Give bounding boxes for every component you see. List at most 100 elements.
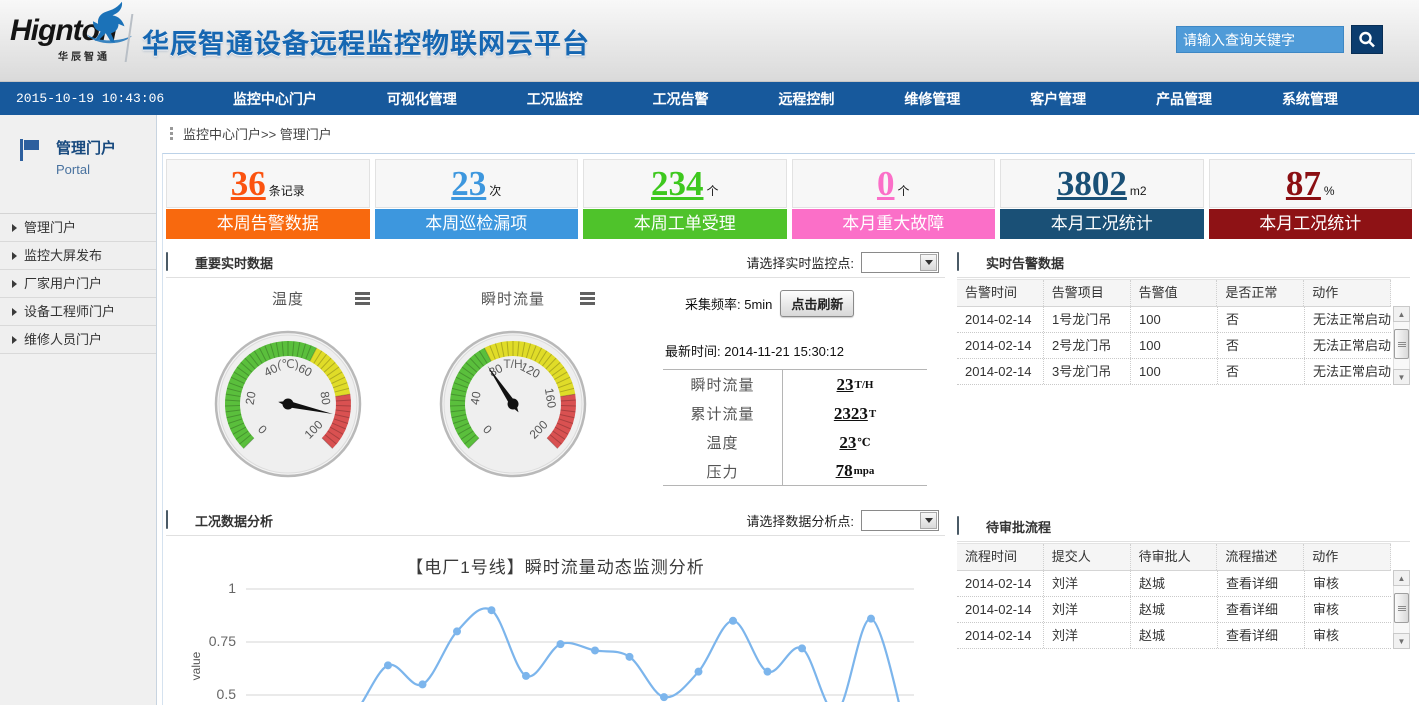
search-button[interactable] <box>1351 25 1383 54</box>
stat-label: 本周巡检漏项 <box>375 209 579 239</box>
portal-header: 管理门户 Portal <box>0 115 156 197</box>
monitor-icon <box>957 517 979 536</box>
scrollbar-thumb[interactable] <box>1394 329 1409 359</box>
stat-card-2[interactable]: 23次本周巡检漏项 <box>375 159 579 239</box>
nav-item-2[interactable]: 可视化管理 <box>387 89 457 109</box>
stat-card-1[interactable]: 36条记录本周告警数据 <box>166 159 370 239</box>
nav-item-4[interactable]: 工况告警 <box>653 89 709 109</box>
stat-card-3[interactable]: 234个本周工单受理 <box>583 159 787 239</box>
chart-title: 【电厂1号线】瞬时流量动态监测分析 <box>166 553 945 578</box>
stat-label: 本周告警数据 <box>166 209 370 239</box>
table-cell: 否 <box>1218 333 1305 358</box>
nav-item-6[interactable]: 维修管理 <box>904 89 960 109</box>
sidebar-item-5[interactable]: 维修人员门户 <box>0 326 156 354</box>
monitor-point-select[interactable] <box>861 252 939 273</box>
realtime-readings: 采集频率: 5min 点击刷新 最新时间: 2014-11-21 15:30:1… <box>663 290 927 486</box>
metric-row: 压力78mpa <box>663 457 927 486</box>
metric-label: 瞬时流量 <box>663 370 783 399</box>
stat-unit: 个 <box>897 182 909 199</box>
table-cell[interactable]: 审核 <box>1305 571 1391 596</box>
scrollbar-track[interactable] <box>1393 586 1410 633</box>
column-header: 告警时间 <box>957 280 1044 306</box>
stat-card-5[interactable]: 3802m2 本月工况统计 <box>1000 159 1204 239</box>
alarm-panel: 实时告警数据 告警时间告警项目告警值是否正常动作2014-02-141号龙门吊1… <box>957 248 1410 385</box>
table-scrollbar[interactable]: ▲▼ <box>1393 306 1410 385</box>
scroll-down-icon[interactable]: ▼ <box>1393 633 1410 649</box>
metrics-table: 瞬时流量23T/H累计流量2323T温度23℃压力78mpa <box>663 369 927 486</box>
table-cell: 2号龙门吊 <box>1044 333 1131 358</box>
svg-text:1: 1 <box>228 580 236 596</box>
table-row: 2014-02-142号龙门吊100否无法正常启动 <box>957 333 1391 359</box>
column-header: 待审批人 <box>1131 544 1218 570</box>
column-header: 是否正常 <box>1217 280 1304 306</box>
nav-item-5[interactable]: 远程控制 <box>778 89 834 109</box>
analysis-point-select[interactable] <box>861 510 939 531</box>
sidebar-item-4[interactable]: 设备工程师门户 <box>0 298 156 326</box>
column-header: 告警值 <box>1131 280 1218 306</box>
flow-gauge-block: 瞬时流量 04080120160200T/H <box>413 288 613 482</box>
sidebar-item-2[interactable]: 监控大屏发布 <box>0 242 156 270</box>
table-scrollbar[interactable]: ▲▼ <box>1393 570 1410 649</box>
select-dropdown-icon <box>920 254 937 271</box>
table-cell: 赵城 <box>1131 623 1218 648</box>
table-cell: 无法正常启动 <box>1305 307 1391 332</box>
temperature-gauge: 020406080100(℃) <box>208 322 368 482</box>
sidebar-item-3[interactable]: 厂家用户门户 <box>0 270 156 298</box>
stat-unit: 次 <box>489 182 501 199</box>
column-header: 动作 <box>1304 544 1391 570</box>
table-cell: 2014-02-14 <box>957 571 1044 596</box>
stat-value[interactable]: 87 <box>1286 164 1321 204</box>
nav-item-8[interactable]: 产品管理 <box>1156 89 1212 109</box>
table-cell: 100 <box>1131 307 1218 332</box>
stat-value[interactable]: 3802 <box>1057 164 1127 204</box>
stat-value-box: 234个 <box>583 159 787 208</box>
table-cell: 刘洋 <box>1044 597 1131 622</box>
table-cell[interactable]: 查看详细 <box>1218 571 1305 596</box>
metric-label: 压力 <box>663 457 783 485</box>
sidebar-item-1[interactable]: 管理门户 <box>0 214 156 242</box>
table-cell[interactable]: 查看详细 <box>1218 623 1305 648</box>
stat-label: 本月工况统计 <box>1000 209 1204 239</box>
realtime-panel-title: 重要实时数据 <box>195 253 273 272</box>
stat-card-6[interactable]: 87% 本月工况统计 <box>1209 159 1413 239</box>
monitor-icon <box>957 253 979 272</box>
analysis-point-select-label: 请选择数据分析点: <box>746 511 854 530</box>
column-header: 流程描述 <box>1217 544 1304 570</box>
svg-text:20: 20 <box>243 390 259 406</box>
scroll-down-icon[interactable]: ▼ <box>1393 369 1410 385</box>
gauge-menu-icon[interactable] <box>580 292 595 307</box>
breadcrumb[interactable]: 监控中心门户>> 管理门户 <box>158 115 1419 152</box>
approval-panel: 待审批流程 流程时间提交人待审批人流程描述动作2014-02-14刘洋赵城查看详… <box>957 512 1410 649</box>
stat-value[interactable]: 36 <box>231 164 266 204</box>
nav-item-7[interactable]: 客户管理 <box>1030 89 1086 109</box>
scrollbar-thumb[interactable] <box>1394 593 1409 623</box>
stat-card-4[interactable]: 0个本月重大故障 <box>792 159 996 239</box>
stat-unit: m2 <box>1130 184 1147 198</box>
breadcrumb-text: 监控中心门户>> 管理门户 <box>183 124 332 143</box>
stat-value[interactable]: 234 <box>651 164 704 204</box>
stat-value[interactable]: 23 <box>451 164 486 204</box>
scroll-up-icon[interactable]: ▲ <box>1393 570 1410 586</box>
sidebar: 管理门户 Portal 管理门户监控大屏发布厂家用户门户设备工程师门户维修人员门… <box>0 115 157 705</box>
table-cell: 无法正常启动 <box>1305 333 1391 358</box>
table-row: 2014-02-14刘洋赵城查看详细审核 <box>957 623 1391 649</box>
nav-item-3[interactable]: 工况监控 <box>527 89 583 109</box>
stat-unit: % <box>1324 184 1335 198</box>
table-cell[interactable]: 查看详细 <box>1218 597 1305 622</box>
stat-value[interactable]: 0 <box>877 164 895 204</box>
gauge-menu-icon[interactable] <box>355 292 370 307</box>
breadcrumb-handle-icon <box>170 127 173 130</box>
analysis-panel-title: 工况数据分析 <box>195 511 273 530</box>
alarm-table: 告警时间告警项目告警值是否正常动作2014-02-141号龙门吊100否无法正常… <box>957 279 1410 385</box>
table-cell[interactable]: 审核 <box>1305 597 1391 622</box>
refresh-button[interactable]: 点击刷新 <box>780 290 854 317</box>
nav-item-1[interactable]: 监控中心门户 <box>233 89 317 109</box>
scrollbar-track[interactable] <box>1393 322 1410 369</box>
nav-item-9[interactable]: 系统管理 <box>1282 89 1338 109</box>
scroll-up-icon[interactable]: ▲ <box>1393 306 1410 322</box>
stat-label: 本月工况统计 <box>1209 209 1413 239</box>
table-cell[interactable]: 审核 <box>1305 623 1391 648</box>
search-input[interactable] <box>1176 26 1344 53</box>
stat-value-box: 36条记录 <box>166 159 370 208</box>
metric-value: 23℃ <box>783 428 927 457</box>
